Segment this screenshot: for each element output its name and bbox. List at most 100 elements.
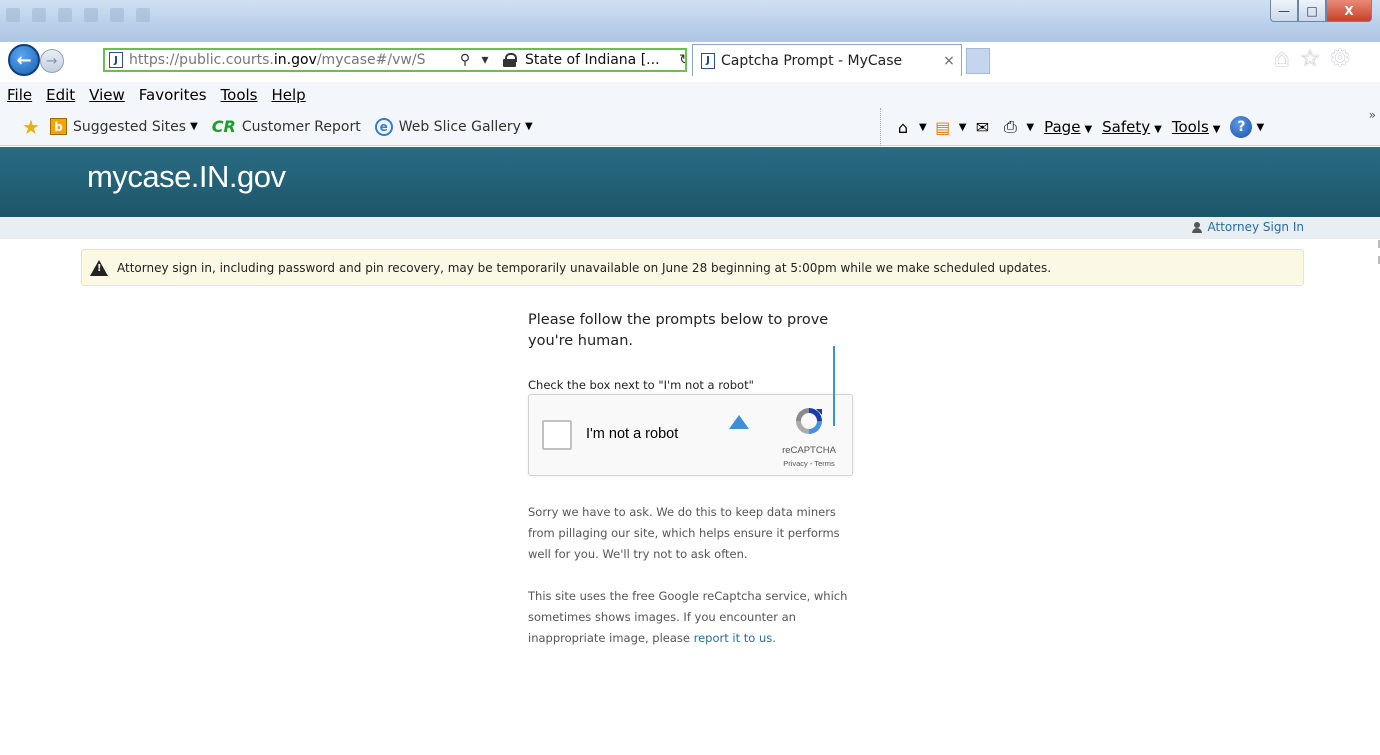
chevron-down-icon[interactable]: ▼ — [1256, 122, 1264, 133]
page-menu[interactable]: Page ▼ — [1044, 118, 1092, 136]
add-favorites-star-icon[interactable]: ★ — [22, 115, 44, 139]
not-a-robot-checkbox[interactable] — [542, 420, 572, 450]
customer-report-icon: CR — [211, 117, 236, 136]
page-menu-label: Page — [1044, 118, 1081, 136]
captcha-panel: Please follow the prompts below to prove… — [528, 310, 858, 645]
suggested-sites-link[interactable]: Suggested Sites ▼ — [73, 119, 198, 135]
toolbar-icon — [110, 8, 124, 22]
tab-favicon-icon: J — [701, 52, 715, 69]
attorney-sign-in-label: Attorney Sign In — [1207, 220, 1304, 234]
minimize-button[interactable]: — — [1270, 0, 1298, 22]
close-window-button[interactable]: X — [1326, 0, 1372, 22]
help-icon[interactable]: ? — [1230, 116, 1253, 138]
recaptcha-brand: reCAPTCHA — [782, 445, 836, 456]
home-icon[interactable]: ⌂ — [1268, 44, 1296, 72]
tab-captcha-prompt[interactable]: J Captcha Prompt - MyCase × — [692, 44, 962, 76]
web-slice-gallery-label: Web Slice Gallery — [398, 118, 521, 135]
recaptcha-notice-paragraph: This site uses the free Google reCaptcha… — [528, 586, 858, 649]
recaptcha-links: Privacy - Terms — [773, 459, 845, 468]
search-icon[interactable]: ⚲ — [455, 52, 475, 68]
forward-button[interactable]: → — [40, 49, 64, 73]
customer-report-link[interactable]: Customer Report — [242, 119, 361, 135]
site-favicon-icon: J — [109, 52, 123, 68]
menu-item-view[interactable]: View — [89, 86, 125, 104]
chevron-down-icon[interactable]: ▼ — [1026, 122, 1034, 133]
chevron-down-icon: ▼ — [1154, 124, 1162, 135]
menu-item-tools[interactable]: Tools — [221, 86, 258, 104]
suggested-sites-label: Suggested Sites — [73, 118, 187, 135]
chevron-down-icon[interactable]: ▼ — [919, 122, 927, 133]
chevron-down-icon: ▼ — [1212, 124, 1221, 135]
back-button[interactable]: ← — [8, 44, 40, 76]
pointer-cursor-icon — [729, 415, 749, 429]
forward-arrow-icon: → — [46, 53, 58, 69]
menu-item-file[interactable]: File — [7, 86, 32, 104]
maximize-button[interactable]: □ — [1298, 0, 1326, 22]
quick-access-toolbar — [6, 8, 150, 24]
window-controls: — □ X — [1270, 0, 1372, 22]
menu-item-label: Edit — [46, 86, 76, 104]
maintenance-alert: Attorney sign in, including password and… — [81, 249, 1304, 286]
lock-icon[interactable] — [501, 53, 519, 67]
print-icon[interactable]: ⎙ — [998, 117, 1022, 137]
page-title: Please follow the prompts below to prove… — [528, 312, 829, 349]
menu-item-label: File — [7, 86, 33, 104]
chevron-down-icon: ▼ — [190, 121, 198, 132]
menu-item-label: Help — [271, 86, 306, 104]
rss-feed-icon[interactable]: ▤ — [931, 117, 955, 137]
refresh-icon[interactable]: ↻ — [675, 52, 685, 68]
chevron-down-icon: ▼ — [524, 121, 533, 132]
alert-text: Attorney sign in, including password and… — [117, 260, 1052, 275]
chevron-down-icon[interactable]: ▼ — [959, 122, 967, 133]
toolbar-icon — [136, 8, 150, 22]
menu-item-favorites[interactable]: Favorites — [139, 86, 207, 104]
back-arrow-icon: ← — [16, 49, 32, 71]
report-it-link[interactable]: report it to us — [694, 631, 773, 645]
toolbar-icon — [58, 8, 72, 22]
toolbar-icon — [6, 8, 20, 22]
bing-icon: b — [50, 118, 67, 135]
more-commands-icon[interactable]: » — [1369, 108, 1376, 122]
new-tab-button[interactable] — [966, 48, 990, 74]
menu-item-label: Tools — [220, 86, 258, 104]
browser-titlebar: — □ X — [0, 0, 1380, 42]
menu-item-help[interactable]: Help — [272, 86, 306, 104]
tab-title: Captcha Prompt - MyCase — [721, 52, 903, 69]
warning-icon — [90, 259, 108, 276]
terms-link[interactable]: Terms — [814, 459, 834, 468]
tools-menu-label: Tools — [1171, 118, 1209, 136]
site-logo[interactable]: mycase.IN.gov — [87, 159, 286, 195]
gear-icon[interactable]: ⚙ — [1326, 44, 1354, 72]
site-identity[interactable]: State of Indiana [... — [525, 52, 675, 68]
menu-item-edit[interactable]: Edit — [46, 86, 75, 104]
attorney-sign-in-link[interactable]: Attorney Sign In — [1192, 220, 1304, 234]
menu-bar: File Edit View Favorites Tools Help — [0, 82, 1380, 108]
url-domain: in.gov — [273, 52, 317, 68]
site-header: mycase.IN.gov — [0, 147, 1380, 217]
recaptcha-widget: I'm not a robot reCAPTCHA Privacy - Term… — [528, 394, 853, 476]
safety-menu-label: Safety — [1102, 118, 1151, 136]
notice-end: . — [772, 631, 776, 645]
chevron-down-icon: ▼ — [1084, 124, 1093, 135]
dropdown-caret-icon[interactable]: ▾ — [475, 52, 495, 68]
captcha-instruction: Check the box next to "I'm not a robot" — [528, 378, 754, 392]
safety-menu[interactable]: Safety ▼ — [1102, 118, 1162, 136]
notice-text: This site uses the free Google reCaptcha… — [528, 589, 848, 645]
command-bar: ⌂ ▼ ▤ ▼ ✉ ⎙ ▼ Page ▼ Safety ▼ Tools ▼ ? ▼ — [880, 108, 1264, 146]
privacy-link[interactable]: Privacy — [783, 459, 808, 468]
toolbar-icon — [32, 8, 46, 22]
read-mail-icon[interactable]: ✉ — [970, 117, 994, 137]
ie-icon: e — [374, 117, 393, 136]
address-bar[interactable]: J https://public.courts.in.gov/mycase#/v… — [103, 48, 687, 72]
not-a-robot-label[interactable]: I'm not a robot — [586, 426, 678, 442]
home-page-icon[interactable]: ⌂ — [891, 117, 915, 137]
user-icon — [1192, 221, 1203, 233]
web-slice-gallery-link[interactable]: Web Slice Gallery ▼ — [399, 119, 533, 135]
sub-navigation-bar: Attorney Sign In — [0, 217, 1380, 239]
explanation-paragraph: Sorry we have to ask. We do this to keep… — [528, 505, 840, 561]
tools-menu[interactable]: Tools ▼ — [1172, 118, 1221, 136]
tab-close-icon[interactable]: × — [937, 53, 961, 69]
url-text[interactable]: https://public.courts.in.gov/mycase#/vw/… — [129, 52, 455, 68]
favorites-star-icon[interactable]: ☆ — [1296, 44, 1324, 72]
url-path: /mycase#/vw/S — [316, 52, 426, 68]
